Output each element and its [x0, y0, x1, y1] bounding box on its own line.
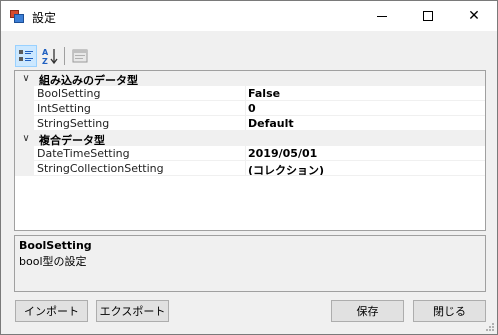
minimize-icon: [377, 15, 387, 17]
property-value[interactable]: Default: [248, 117, 294, 130]
minimize-button[interactable]: [359, 1, 405, 31]
help-description: bool型の設定: [19, 255, 87, 268]
property-name: DateTimeSetting: [37, 147, 130, 160]
property-grid[interactable]: ∨ 組み込みのデータ型 BoolSetting False IntSetting…: [14, 70, 486, 231]
alphabetical-sort-icon: A Z: [42, 48, 58, 65]
property-row-boolsetting[interactable]: BoolSetting False: [15, 86, 485, 101]
categorized-icon: [19, 50, 33, 61]
help-pane: BoolSetting bool型の設定: [14, 235, 486, 292]
property-name: IntSetting: [37, 102, 91, 115]
app-icon: [10, 10, 24, 23]
property-row-stringcollectionsetting[interactable]: StringCollectionSetting (コレクション): [15, 161, 485, 177]
close-window-button[interactable]: ✕: [451, 1, 497, 31]
svg-text:A: A: [42, 48, 49, 57]
close-button[interactable]: 閉じる: [413, 300, 486, 322]
property-pages-icon: [72, 49, 88, 63]
property-row-datetimesetting[interactable]: DateTimeSetting 2019/05/01: [15, 146, 485, 161]
property-grid-toolbar: A Z: [14, 43, 486, 69]
save-button[interactable]: 保存: [331, 300, 404, 322]
property-name: StringSetting: [37, 117, 110, 130]
chevron-down-icon[interactable]: ∨: [20, 131, 32, 146]
import-button[interactable]: インポート: [15, 300, 88, 322]
svg-text:Z: Z: [42, 57, 48, 65]
help-title: BoolSetting: [19, 239, 92, 252]
property-name: BoolSetting: [37, 87, 101, 100]
export-button[interactable]: エクスポート: [96, 300, 169, 322]
title-bar[interactable]: 設定 ✕: [1, 1, 497, 31]
maximize-button[interactable]: [405, 1, 451, 31]
category-row-builtin[interactable]: ∨ 組み込みのデータ型: [15, 71, 485, 87]
property-row-intsetting[interactable]: IntSetting 0: [15, 101, 485, 116]
property-pages-button[interactable]: [69, 45, 91, 67]
settings-window: 設定 ✕ A Z ∨ 組み込みのデータ型 BoolSetting False I…: [0, 0, 498, 335]
property-value[interactable]: False: [248, 87, 280, 100]
categorized-button[interactable]: [15, 45, 37, 67]
toolbar-separator: [64, 47, 65, 65]
property-value[interactable]: 0: [248, 102, 256, 115]
property-name: StringCollectionSetting: [37, 162, 164, 175]
alphabetical-button[interactable]: A Z: [39, 45, 61, 67]
chevron-down-icon[interactable]: ∨: [20, 71, 32, 86]
resize-grip-icon[interactable]: [485, 322, 495, 332]
window-title: 設定: [32, 11, 57, 25]
property-row-stringsetting[interactable]: StringSetting Default: [15, 116, 485, 131]
maximize-icon: [423, 11, 433, 21]
category-row-composite[interactable]: ∨ 複合データ型: [15, 131, 485, 147]
property-value[interactable]: 2019/05/01: [248, 147, 317, 160]
close-icon: ✕: [468, 8, 480, 24]
